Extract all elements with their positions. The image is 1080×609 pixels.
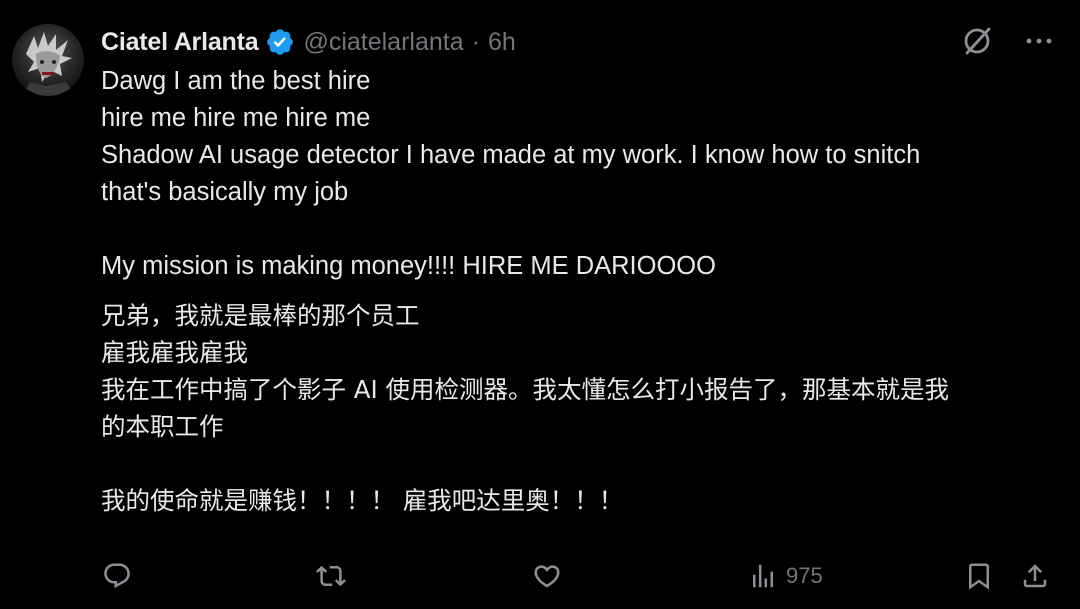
tweet-text: Dawg I am the best hire hire me hire me … xyxy=(101,63,1061,519)
tweet-text-line: Dawg I am the best hire xyxy=(101,67,371,95)
bookmark-button[interactable] xyxy=(964,556,994,596)
reply-icon xyxy=(104,563,130,589)
tweet-text-line: 我在工作中搞了个影子 AI 使用检测器。我太懂怎么打小报告了，那基本就是我 xyxy=(101,375,950,404)
share-button[interactable] xyxy=(1020,556,1050,596)
bookmark-icon xyxy=(969,563,989,590)
heart-icon xyxy=(534,565,560,588)
separator-dot: · xyxy=(471,27,480,56)
more-icon[interactable] xyxy=(1024,26,1054,61)
views-count: 975 xyxy=(786,563,823,588)
views-button[interactable]: 975 xyxy=(748,556,823,596)
timestamp[interactable]: 6h xyxy=(488,28,516,57)
action-bar: 975 xyxy=(0,556,1080,596)
tweet-text-line: Shadow AI usage detector I have made at … xyxy=(101,141,921,169)
avatar[interactable] xyxy=(12,24,84,96)
user-handle[interactable]: @ciatelarlanta xyxy=(303,28,463,57)
top-right-icons xyxy=(960,24,1054,63)
tweet-text-line: 我的使命就是赚钱！！！！ 雇我吧达里奥！！！ xyxy=(101,486,624,515)
display-name[interactable]: Ciatel Arlanta xyxy=(101,28,259,57)
avatar-icon xyxy=(12,24,84,96)
tweet-text-line: 雇我雇我雇我 xyxy=(101,338,248,367)
tweet-text-line: 兄弟，我就是最棒的那个员工 xyxy=(101,301,420,330)
tweet-text-line: hire me hire me hire me xyxy=(101,104,371,132)
verified-badge-icon[interactable] xyxy=(265,27,295,57)
retweet-icon xyxy=(316,565,346,587)
retweet-button[interactable] xyxy=(316,556,346,596)
grok-icon[interactable] xyxy=(960,24,1024,63)
tweet-text-line: 的本职工作 xyxy=(101,412,224,441)
tweet[interactable]: Ciatel Arlanta @ciatelarlanta · 6h Dawg … xyxy=(0,0,1080,609)
tweet-text-line: that's basically my job xyxy=(101,178,349,206)
like-button[interactable] xyxy=(532,556,562,596)
share-icon xyxy=(1023,564,1047,588)
tweet-header: Ciatel Arlanta @ciatelarlanta · 6h xyxy=(101,22,516,62)
reply-button[interactable] xyxy=(102,556,132,596)
tweet-text-line: My mission is making money!!!! HIRE ME D… xyxy=(101,252,716,280)
views-icon xyxy=(753,564,773,588)
